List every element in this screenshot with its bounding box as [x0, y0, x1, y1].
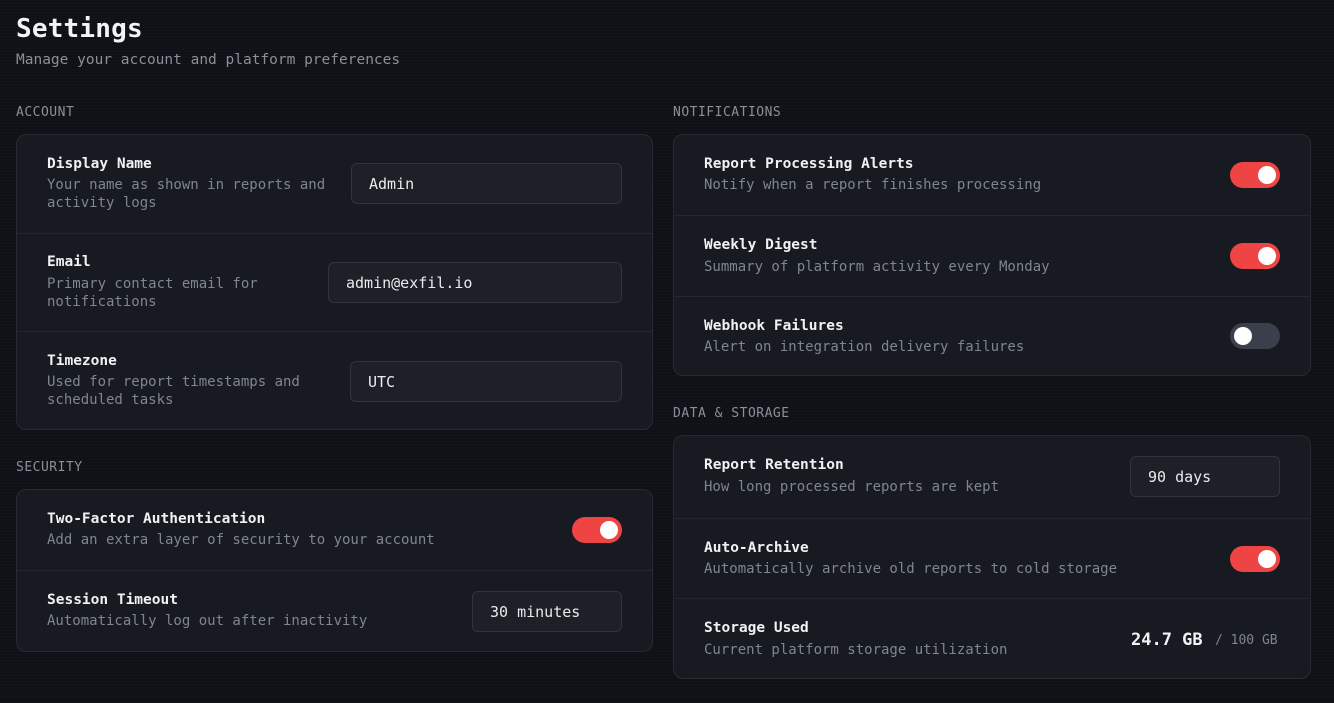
- data-storage-section-label: DATA & STORAGE: [673, 406, 790, 421]
- session-timeout-label: Session Timeout: [47, 592, 178, 608]
- display-name-label: Display Name: [47, 156, 152, 172]
- page-title: Settings: [16, 14, 143, 44]
- email-desc-line1: Primary contact email for: [47, 276, 258, 292]
- weekly-digest-desc: Summary of platform activity every Monda…: [704, 259, 1050, 275]
- session-timeout-input[interactable]: [472, 591, 622, 632]
- security-section-label: SECURITY: [16, 460, 83, 475]
- session-timeout-desc: Automatically log out after inactivity: [47, 613, 368, 629]
- storage-used-row: Storage Used Current platform storage ut…: [674, 598, 1310, 679]
- webhook-failures-label: Webhook Failures: [704, 318, 844, 334]
- email-label: Email: [47, 254, 91, 270]
- auto-archive-toggle[interactable]: [1230, 546, 1280, 572]
- report-alerts-row: Report Processing Alerts Notify when a r…: [674, 135, 1310, 215]
- timezone-row: Timezone Used for report timestamps and …: [17, 331, 652, 430]
- toggle-knob: [1258, 550, 1276, 568]
- two-factor-label: Two-Factor Authentication: [47, 511, 266, 527]
- retention-label: Report Retention: [704, 457, 844, 473]
- storage-used-desc: Current platform storage utilization: [704, 642, 1008, 658]
- retention-desc: How long processed reports are kept: [704, 479, 1000, 495]
- toggle-knob: [600, 521, 618, 539]
- report-alerts-toggle[interactable]: [1230, 162, 1280, 188]
- data-storage-card: Report Retention How long processed repo…: [673, 435, 1311, 679]
- notifications-section-label: NOTIFICATIONS: [673, 105, 782, 120]
- storage-used-label: Storage Used: [704, 620, 809, 636]
- timezone-input[interactable]: [350, 361, 622, 402]
- toggle-knob: [1234, 327, 1252, 345]
- account-section-label: ACCOUNT: [16, 105, 75, 120]
- email-desc-line2: notifications: [47, 294, 157, 310]
- toggle-knob: [1258, 166, 1276, 184]
- display-name-desc-line2: activity logs: [47, 195, 157, 211]
- webhook-failures-desc: Alert on integration delivery failures: [704, 339, 1025, 355]
- report-alerts-desc: Notify when a report finishes processing: [704, 177, 1042, 193]
- display-name-input[interactable]: [351, 163, 622, 204]
- settings-page: Settings Manage your account and platfor…: [0, 0, 1334, 703]
- email-input[interactable]: [328, 262, 622, 303]
- display-name-row: Display Name Your name as shown in repor…: [17, 135, 652, 233]
- page-subtitle: Manage your account and platform prefere…: [16, 52, 401, 68]
- notifications-card: Report Processing Alerts Notify when a r…: [673, 134, 1311, 376]
- toggle-knob: [1258, 247, 1276, 265]
- storage-used-value: 24.7 GB: [1131, 630, 1203, 650]
- two-factor-row: Two-Factor Authentication Add an extra l…: [17, 490, 652, 570]
- account-card: Display Name Your name as shown in repor…: [16, 134, 653, 430]
- retention-input[interactable]: [1130, 456, 1280, 497]
- auto-archive-label: Auto-Archive: [704, 540, 809, 556]
- email-row: Email Primary contact email for notifica…: [17, 233, 652, 331]
- two-factor-desc: Add an extra layer of security to your a…: [47, 532, 435, 548]
- display-name-desc-line1: Your name as shown in reports and: [47, 177, 326, 193]
- auto-archive-row: Auto-Archive Automatically archive old r…: [674, 518, 1310, 598]
- timezone-desc-line1: Used for report timestamps and: [47, 374, 300, 390]
- weekly-digest-row: Weekly Digest Summary of platform activi…: [674, 215, 1310, 296]
- weekly-digest-toggle[interactable]: [1230, 243, 1280, 269]
- timezone-label: Timezone: [47, 353, 117, 369]
- webhook-failures-toggle[interactable]: [1230, 323, 1280, 349]
- retention-row: Report Retention How long processed repo…: [674, 436, 1310, 518]
- weekly-digest-label: Weekly Digest: [704, 237, 818, 253]
- report-alerts-label: Report Processing Alerts: [704, 156, 914, 172]
- storage-total-value: / 100 GB: [1215, 633, 1278, 648]
- webhook-failures-row: Webhook Failures Alert on integration de…: [674, 296, 1310, 376]
- session-timeout-row: Session Timeout Automatically log out af…: [17, 570, 652, 652]
- timezone-desc-line2: scheduled tasks: [47, 392, 174, 408]
- two-factor-toggle[interactable]: [572, 517, 622, 543]
- security-card: Two-Factor Authentication Add an extra l…: [16, 489, 653, 652]
- auto-archive-desc: Automatically archive old reports to col…: [704, 561, 1118, 577]
